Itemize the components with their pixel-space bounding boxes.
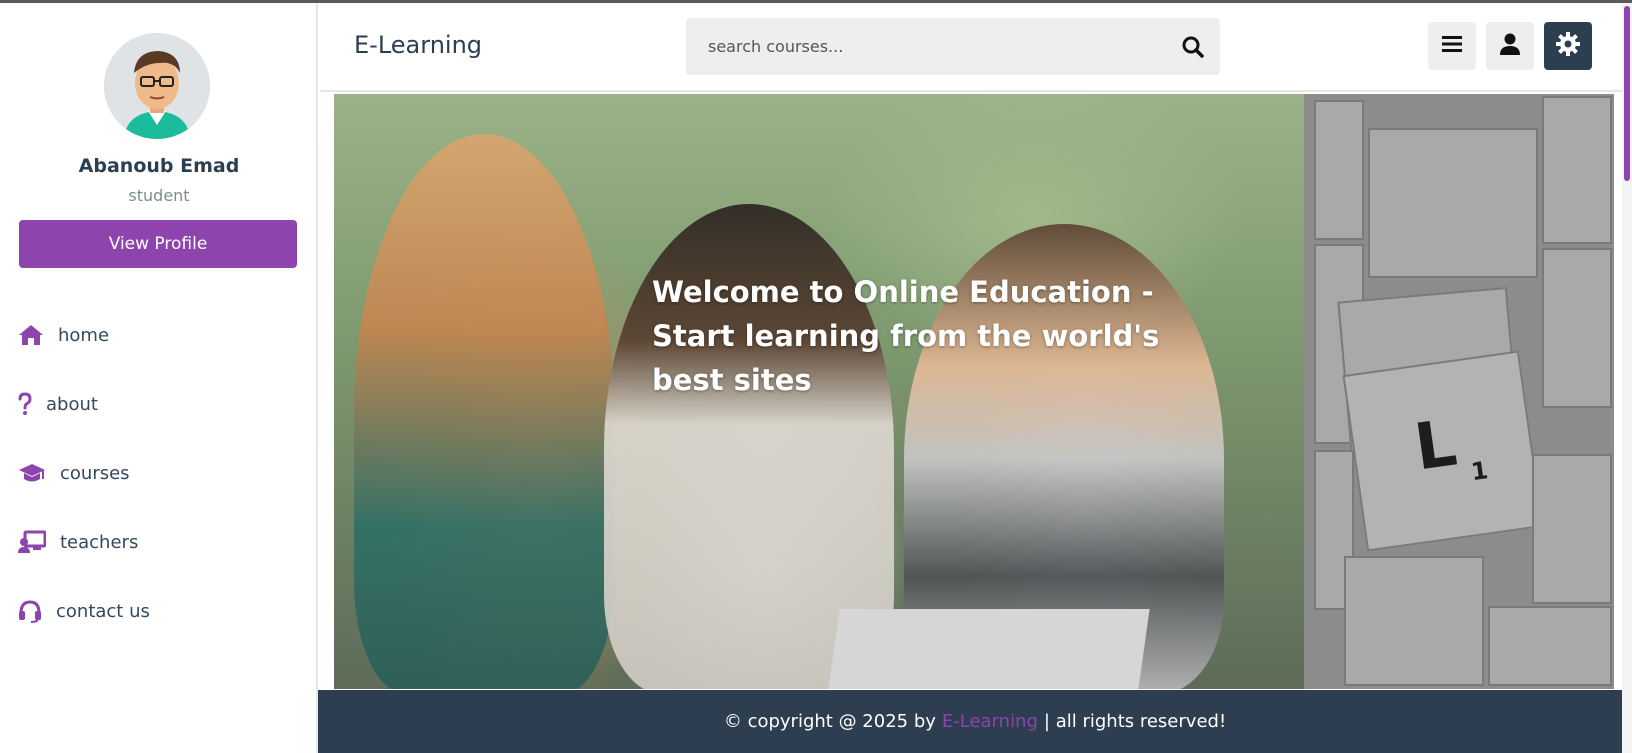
avatar-illustration bbox=[104, 33, 210, 139]
scrabble-tile bbox=[1542, 96, 1612, 244]
settings-button[interactable] bbox=[1544, 22, 1592, 70]
footer: © copyright @ 2025 by E-Learning | all r… bbox=[318, 690, 1632, 753]
menu-icon bbox=[1442, 36, 1462, 56]
search-icon[interactable] bbox=[1178, 32, 1208, 62]
hero-photo-tiles: L 1 bbox=[1304, 94, 1614, 689]
sidebar-item-label: about bbox=[46, 393, 98, 415]
gear-icon bbox=[1556, 32, 1580, 60]
headset-icon bbox=[18, 598, 46, 624]
sidebar-item-label: home bbox=[58, 324, 110, 346]
sidebar-item-home[interactable]: home bbox=[18, 315, 298, 355]
tile-letter: L bbox=[1410, 406, 1461, 486]
sidebar-item-courses[interactable]: courses bbox=[18, 453, 298, 493]
chalkboard-teacher-icon bbox=[18, 529, 50, 555]
view-profile-button[interactable]: View Profile bbox=[19, 220, 297, 268]
scrabble-tile bbox=[1314, 100, 1364, 240]
sidebar-item-label: teachers bbox=[60, 531, 139, 553]
sidebar-item-label: contact us bbox=[56, 600, 150, 622]
logo[interactable]: E-Learning bbox=[354, 31, 482, 59]
scrabble-tile-letter: L 1 bbox=[1342, 350, 1544, 552]
question-icon bbox=[18, 391, 36, 417]
home-icon bbox=[18, 322, 48, 348]
menu-button[interactable] bbox=[1428, 22, 1476, 70]
hero-figure bbox=[354, 134, 614, 689]
avatar bbox=[104, 33, 210, 139]
search-box bbox=[686, 18, 1220, 75]
scrabble-tile bbox=[1542, 248, 1612, 408]
sidebar-item-label: courses bbox=[60, 462, 130, 484]
user-role: student bbox=[128, 186, 190, 205]
hero-banner: L 1 Welcome to Online Education - Start … bbox=[334, 94, 1614, 689]
user-button[interactable] bbox=[1486, 22, 1534, 70]
scrollbar-thumb[interactable] bbox=[1624, 6, 1630, 181]
tile-score: 1 bbox=[1469, 456, 1490, 487]
footer-brand-link[interactable]: E-Learning bbox=[942, 711, 1038, 732]
sidebar-item-contact-us[interactable]: contact us bbox=[18, 591, 298, 631]
footer-rights: | all rights reserved! bbox=[1043, 711, 1227, 732]
graduation-cap-icon bbox=[18, 460, 50, 486]
hero-laptop bbox=[828, 609, 1150, 689]
header: E-Learning bbox=[320, 3, 1632, 92]
search-input[interactable] bbox=[686, 18, 1156, 75]
scrabble-tile bbox=[1368, 128, 1538, 278]
sidebar: Abanoub Emad student View Profile home a… bbox=[0, 3, 318, 753]
scrabble-tile bbox=[1344, 556, 1484, 686]
scrabble-tile bbox=[1532, 454, 1612, 604]
user-icon bbox=[1500, 33, 1520, 59]
scrabble-tile bbox=[1488, 606, 1612, 686]
footer-copyright: © copyright @ 2025 by bbox=[723, 711, 936, 732]
sidebar-item-teachers[interactable]: teachers bbox=[18, 522, 298, 562]
user-name: Abanoub Emad bbox=[78, 155, 240, 177]
sidebar-item-about[interactable]: about bbox=[18, 384, 298, 424]
hero-heading: Welcome to Online Education - Start lear… bbox=[652, 275, 1160, 397]
